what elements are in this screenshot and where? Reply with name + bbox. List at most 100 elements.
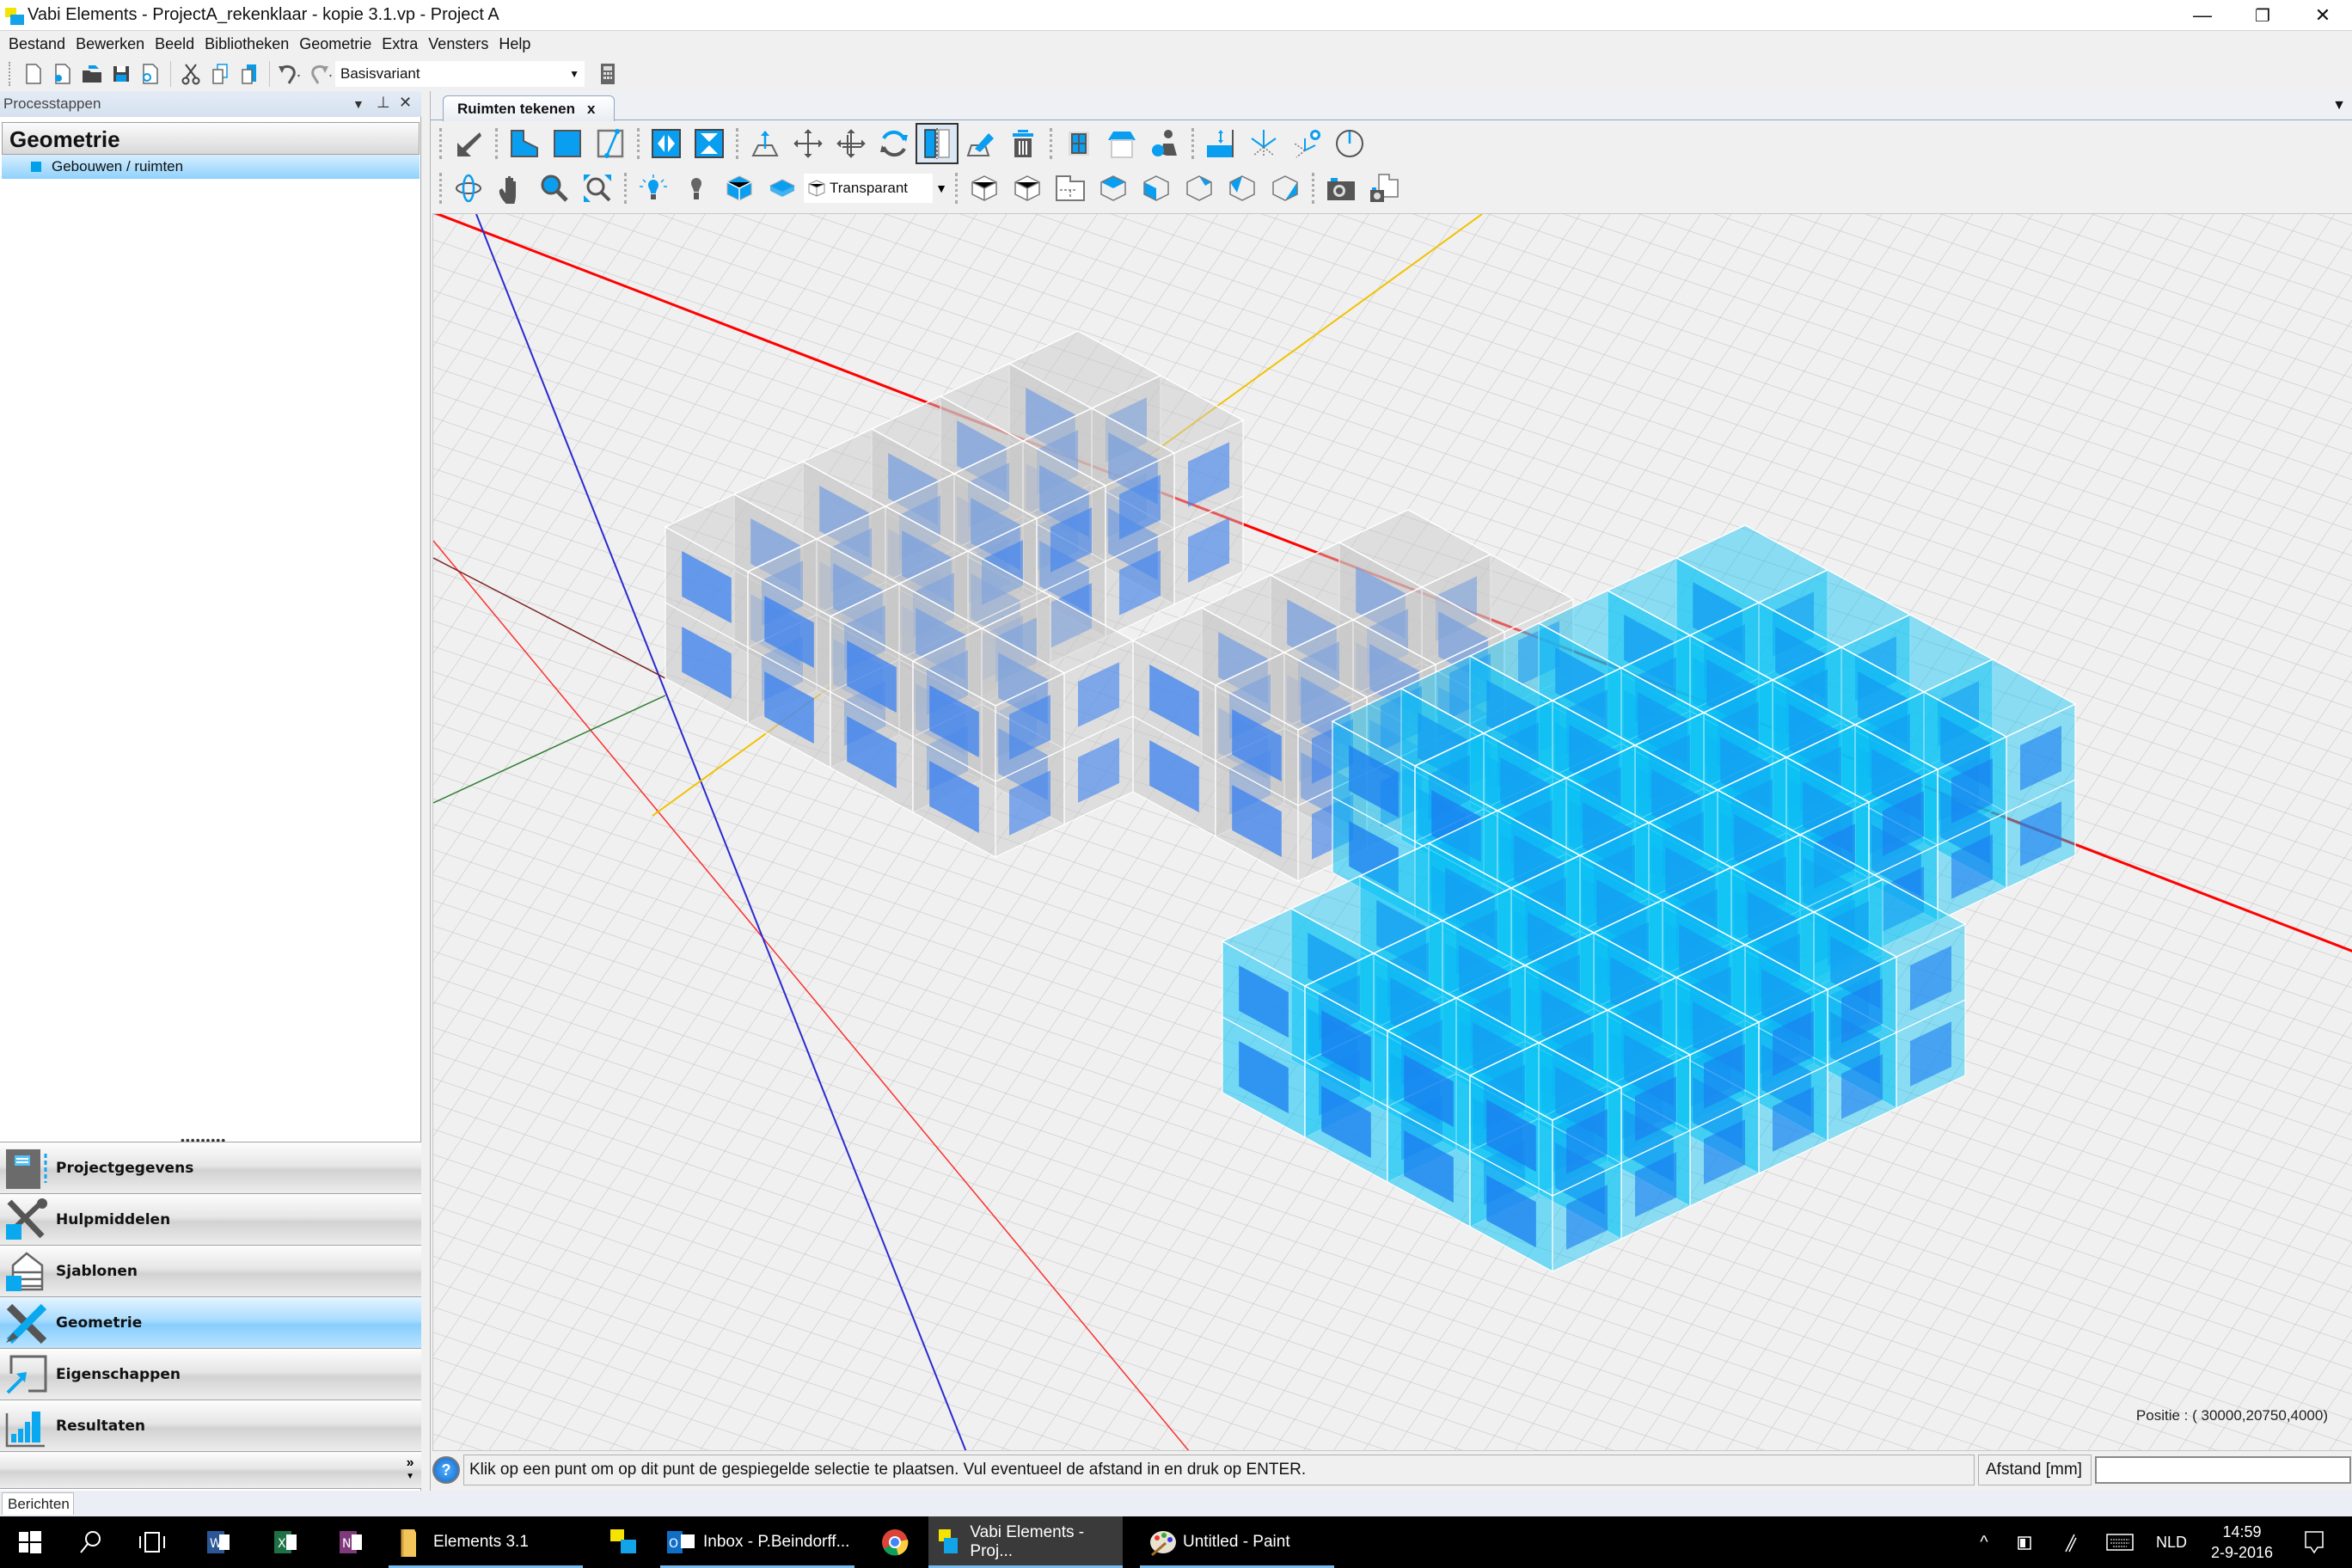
mirror-horizontal-icon[interactable] [688,123,731,164]
redo-icon[interactable] [304,59,334,89]
battery-icon[interactable] [2012,1516,2037,1568]
camera-icon[interactable] [1320,168,1363,209]
menu-help[interactable]: Help [493,35,536,53]
undo-icon[interactable] [275,59,304,89]
tree-item-gebouwen-ruimten[interactable]: Gebouwen / ruimten [2,155,420,179]
nav-item-eigenschappen[interactable]: Eigenschappen [0,1348,421,1400]
variant-select[interactable]: Basisvariant ▼ [335,61,585,87]
select-arrow-icon[interactable] [447,123,490,164]
tab-berichten[interactable]: Berichten [2,1492,74,1515]
panel-dropdown-icon[interactable]: ▼ [352,97,364,111]
zoom-icon[interactable] [533,168,576,209]
view-left-icon[interactable] [1221,168,1264,209]
tab-close-icon[interactable]: x [587,101,595,118]
nav-more-button[interactable]: » ▼ [406,1456,414,1483]
draw-rectangle-room-icon[interactable] [546,123,589,164]
action-center-icon[interactable] [2297,1516,2331,1568]
new-file-icon[interactable] [19,59,48,89]
toolbar-grip[interactable] [439,128,442,159]
help-icon[interactable]: ? [432,1456,460,1484]
view-top-icon[interactable] [1092,168,1135,209]
new-from-template-icon[interactable] [48,59,77,89]
roof-icon[interactable] [1100,123,1143,164]
view-mode-select[interactable]: Transparant [804,174,933,203]
taskbar-elements-folder[interactable]: Elements 3.1 [389,1516,583,1568]
assign-users-icon[interactable] [1143,123,1186,164]
nav-item-projectgegevens[interactable]: Projectgegevens [0,1142,421,1193]
search-icon[interactable] [69,1516,112,1568]
close-file-icon[interactable] [136,59,165,89]
task-view-icon[interactable] [131,1516,174,1568]
rotate-icon[interactable] [873,123,916,164]
extrude-up-icon[interactable] [744,123,787,164]
menu-geometrie[interactable]: Geometrie [294,35,377,53]
mirror-selection-icon[interactable] [916,123,959,164]
tray-chevron-icon[interactable]: ^ [1974,1516,1994,1568]
pen-icon[interactable] [2056,1516,2082,1568]
menu-bibliotheken[interactable]: Bibliotheken [199,35,294,53]
close-button[interactable]: ✕ [2294,0,2352,31]
language-indicator[interactable]: NLD [2154,1516,2189,1568]
menu-extra[interactable]: Extra [377,35,423,53]
nav-item-resultaten[interactable]: Resultaten [0,1400,421,1451]
set-height-icon[interactable] [1199,123,1242,164]
taskbar-paint[interactable]: Untitled - Paint [1140,1516,1334,1568]
3d-scene[interactable] [433,214,2352,1451]
nav-item-sjablonen[interactable]: Sjablonen [0,1245,421,1296]
menu-beeld[interactable]: Beeld [150,35,199,53]
delete-icon[interactable] [1001,123,1044,164]
3d-viewport[interactable]: Positie : ( 30000,20750,4000) [432,213,2352,1451]
view-iso-2-icon[interactable] [1006,168,1049,209]
solid-view-icon[interactable] [718,168,761,209]
clock-icon[interactable] [1328,123,1371,164]
distance-input[interactable] [2095,1456,2351,1484]
cut-icon[interactable] [176,59,205,89]
keyboard-icon[interactable] [2103,1516,2137,1568]
shaded-view-icon[interactable] [761,168,804,209]
view-back-icon[interactable] [1264,168,1307,209]
calculator-icon[interactable] [593,59,622,89]
copy-icon[interactable] [205,59,235,89]
zoom-extents-icon[interactable] [576,168,619,209]
menu-bewerken[interactable]: Bewerken [70,35,150,53]
nav-item-hulpmiddelen[interactable]: Hulpmiddelen [0,1193,421,1245]
light-on-icon[interactable] [632,168,675,209]
taskbar-outlook[interactable]: O Inbox - P.Beindorff... [660,1516,854,1568]
windows-start-icon[interactable] [9,1516,52,1568]
menu-bestand[interactable]: Bestand [3,35,70,53]
reset-axis-icon[interactable] [1285,123,1328,164]
panel-close-icon[interactable]: ✕ [399,94,412,112]
tab-ruimten-tekenen[interactable]: Ruimten tekenen x [443,95,615,121]
view-right-icon[interactable] [1178,168,1221,209]
chevron-down-icon[interactable]: ▼ [933,174,950,203]
save-icon[interactable] [107,59,136,89]
chrome-icon[interactable] [873,1516,916,1568]
tab-list-dropdown-icon[interactable]: ▼ [2332,98,2346,113]
view-iso-1-icon[interactable] [963,168,1006,209]
move-copy-icon[interactable] [830,123,873,164]
chevron-down-icon[interactable]: ▼ [569,68,579,80]
toolbar-grip[interactable] [9,62,12,86]
clock[interactable]: 14:59 2-9-2016 [2211,1522,2273,1563]
taskbar-vabi-elements[interactable]: Vabi Elements - Proj... [928,1516,1123,1568]
draw-polygon-room-icon[interactable] [503,123,546,164]
word-icon[interactable]: W [198,1516,241,1568]
restore-button[interactable]: ❐ [2233,0,2292,31]
window-icon[interactable] [1057,123,1100,164]
axis-icon[interactable] [1242,123,1285,164]
light-off-icon[interactable] [675,168,718,209]
open-folder-icon[interactable] [77,59,107,89]
view-front-icon[interactable] [1135,168,1178,209]
menu-vensters[interactable]: Vensters [423,35,493,53]
toolbar-grip[interactable] [439,173,442,204]
excel-icon[interactable]: X [265,1516,308,1568]
pan-hand-icon[interactable] [490,168,533,209]
edit-surface-icon[interactable] [959,123,1001,164]
minimize-button[interactable]: — [2173,0,2232,31]
move-icon[interactable] [787,123,830,164]
onenote-icon[interactable]: N [330,1516,373,1568]
pin-icon[interactable]: ⊥ [377,94,390,112]
camera-floorplan-icon[interactable] [1363,168,1406,209]
orbit-icon[interactable] [447,168,490,209]
vabi-icon[interactable] [602,1516,645,1568]
